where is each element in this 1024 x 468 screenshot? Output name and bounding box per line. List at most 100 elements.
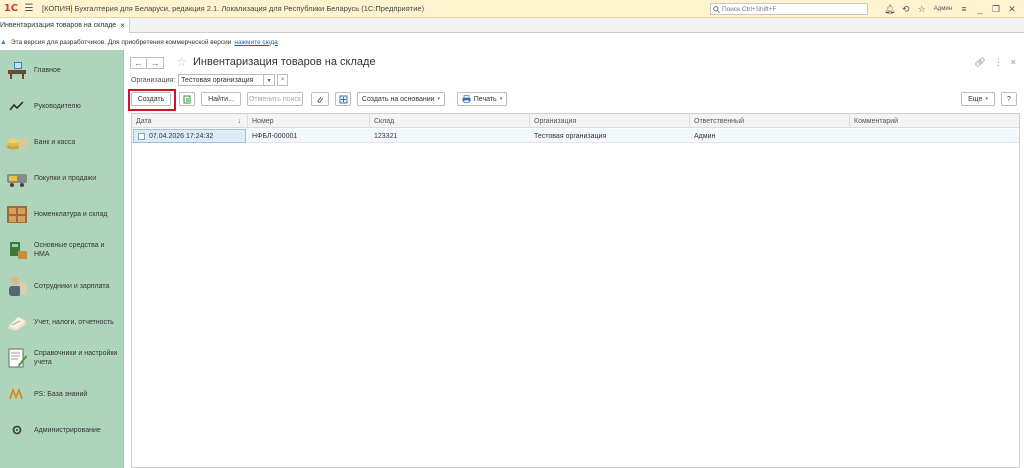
sidebar-item-catalogs[interactable]: Справочники и настройки учета bbox=[0, 340, 124, 376]
sidebar-item-bank[interactable]: Банк и касса bbox=[0, 124, 124, 160]
sidebar-item-manager[interactable]: Руководителю bbox=[0, 88, 124, 124]
table-row[interactable]: 07.04.2026 17:24:32 НФБЛ-000001 123321 Т… bbox=[132, 129, 1019, 143]
desk-icon bbox=[4, 57, 30, 83]
column-header-comment[interactable]: Комментарий bbox=[850, 114, 1019, 128]
search-input[interactable] bbox=[722, 5, 862, 13]
sidebar-item-label: Руководителю bbox=[34, 102, 81, 110]
column-header-number[interactable]: Номер bbox=[248, 114, 370, 128]
favorites-star-icon[interactable]: ☆ bbox=[914, 0, 930, 18]
structure-icon bbox=[339, 95, 347, 103]
developer-info-bar: ▲ Эта версия для разработчиков. Для прио… bbox=[0, 36, 1024, 48]
org-field[interactable]: Тестовая организация bbox=[178, 74, 265, 86]
user-name[interactable]: Админ bbox=[934, 6, 952, 12]
structure-button[interactable] bbox=[335, 92, 351, 106]
people-icon bbox=[4, 273, 30, 299]
attach-button[interactable] bbox=[311, 92, 329, 106]
logo-text: 1С bbox=[3, 3, 19, 14]
column-header-label: Дата bbox=[136, 117, 152, 125]
app-title: [КОПИЯ] Бухгалтерия для Беларуси, редакц… bbox=[42, 4, 425, 13]
tab-close-icon[interactable]: × bbox=[120, 21, 125, 30]
warning-icon: ▲ bbox=[0, 38, 7, 46]
column-header-warehouse[interactable]: Склад bbox=[370, 114, 530, 128]
create-based-label: Создать на основании bbox=[361, 95, 435, 103]
sidebar-item-label: Покупки и продажи bbox=[34, 174, 97, 182]
bell-icon[interactable]: 🔔︎ bbox=[882, 0, 898, 18]
tab-label: Инвентаризация товаров на складе bbox=[0, 22, 117, 29]
coins-icon bbox=[4, 129, 30, 155]
search-icon bbox=[713, 5, 720, 13]
sidebar-item-fixed-assets[interactable]: Основные средства и НМА bbox=[0, 232, 124, 268]
cell-warehouse: 123321 bbox=[374, 132, 398, 140]
sidebar-item-reports[interactable]: Учет, налоги, отчетность bbox=[0, 304, 124, 340]
sidebar-item-purchases[interactable]: Покупки и продажи bbox=[0, 160, 124, 196]
column-header-date[interactable]: Дата ↓ bbox=[132, 114, 248, 128]
cancel-search-button[interactable]: Отменить поиск bbox=[247, 92, 303, 106]
form-controls: 🔗︎ ⋮ × bbox=[974, 57, 1016, 68]
trend-icon bbox=[4, 93, 30, 119]
cell-organization: Тестовая организация bbox=[534, 132, 607, 140]
buy-link[interactable]: нажмите сюда bbox=[234, 39, 277, 46]
cell-date[interactable]: 07.04.2026 17:24:32 bbox=[133, 129, 246, 143]
more-button[interactable]: Еще ▾ bbox=[961, 92, 995, 106]
history-nav: ← → bbox=[130, 57, 164, 69]
column-header-organization[interactable]: Организация bbox=[530, 114, 690, 128]
organization-filter: Организация: Тестовая организация ▾ × bbox=[131, 74, 289, 86]
copy-button[interactable] bbox=[179, 92, 195, 106]
dropdown-arrow-icon: ▾ bbox=[499, 96, 503, 102]
org-clear-button[interactable]: × bbox=[277, 74, 289, 86]
favorite-star-icon[interactable]: ☆ bbox=[176, 55, 187, 69]
print-label: Печать bbox=[473, 95, 497, 103]
printer-icon bbox=[462, 95, 471, 103]
paperclip-icon bbox=[317, 96, 324, 103]
sidebar-item-employees[interactable]: Сотрудники и зарплата bbox=[0, 268, 124, 304]
gear-icon bbox=[4, 417, 30, 443]
sidebar-item-label: Главное bbox=[34, 66, 61, 74]
page-title: Инвентаризация товаров на складе bbox=[193, 56, 376, 68]
sidebar-item-label: Номенклатура и склад bbox=[34, 210, 108, 218]
warehouse-icon bbox=[4, 201, 30, 227]
sidebar-item-label: Банк и касса bbox=[34, 138, 76, 146]
sidebar-item-label: Справочники и настройки учета bbox=[34, 350, 118, 366]
sidebar-item-warehouse[interactable]: Номенклатура и склад bbox=[0, 196, 124, 232]
titlebar-icons: 🔔︎ ⟲ ☆ Админ ≡ _ ❐ ✕ bbox=[882, 0, 1020, 18]
info-text: Эта версия для разработчиков. Для приобр… bbox=[10, 38, 232, 46]
column-header-responsible[interactable]: Ответственный bbox=[690, 114, 850, 128]
dropdown-arrow-icon: ▾ bbox=[437, 96, 441, 102]
create-button-highlight bbox=[128, 89, 176, 111]
global-search[interactable] bbox=[710, 3, 868, 15]
forward-button[interactable]: → bbox=[147, 57, 164, 69]
sidebar-item-label: Основные средства и НМА bbox=[34, 242, 105, 258]
restore-icon[interactable]: ❐ bbox=[988, 0, 1004, 18]
history-icon[interactable]: ⟲ bbox=[898, 0, 914, 18]
document-icon bbox=[138, 132, 145, 140]
create-based-on-button[interactable]: Создать на основании ▾ bbox=[357, 92, 445, 106]
print-button[interactable]: Печать ▾ bbox=[457, 92, 507, 106]
cell-responsible: Админ bbox=[694, 132, 716, 140]
find-button[interactable]: Найти... bbox=[201, 92, 241, 106]
tab-inventory[interactable]: Инвентаризация товаров на складе × bbox=[0, 18, 130, 33]
link-icon[interactable]: 🔗︎ bbox=[974, 57, 985, 68]
sidebar-item-admin[interactable]: Администрирование bbox=[0, 412, 124, 448]
sidebar-item-label: Сотрудники и зарплата bbox=[34, 282, 110, 290]
cell-date-text: 07.04.2026 17:24:32 bbox=[149, 132, 214, 140]
close-form-icon[interactable]: × bbox=[1011, 57, 1016, 68]
documents-table[interactable]: Дата ↓ Номер Склад Организация Ответстве… bbox=[131, 113, 1020, 468]
reports-icon bbox=[4, 309, 30, 335]
cell-number: НФБЛ-000001 bbox=[252, 132, 298, 140]
sidebar-item-label: Учет, налоги, отчетность bbox=[34, 318, 114, 326]
help-button[interactable]: ? bbox=[1001, 92, 1017, 106]
org-dropdown-button[interactable]: ▾ bbox=[264, 74, 276, 86]
back-button[interactable]: ← bbox=[130, 57, 147, 69]
more-vertical-icon[interactable]: ⋮ bbox=[994, 57, 1003, 68]
settings-menu-icon[interactable]: ≡ bbox=[956, 0, 972, 18]
copy-doc-icon bbox=[183, 95, 191, 103]
app-logo[interactable]: 1С bbox=[0, 0, 22, 18]
sidebar-item-main[interactable]: Главное bbox=[0, 52, 124, 88]
hamburger-menu-icon[interactable]: ☰ bbox=[22, 0, 36, 18]
more-label: Еще bbox=[968, 95, 983, 103]
sections-sidebar: Главное Руководителю Банк и касса Покупк… bbox=[0, 50, 124, 468]
cell-comment bbox=[850, 129, 1019, 143]
minimize-icon[interactable]: _ bbox=[972, 0, 988, 18]
close-window-icon[interactable]: ✕ bbox=[1004, 0, 1020, 18]
sidebar-item-knowledge[interactable]: PS: База знаний bbox=[0, 376, 124, 412]
